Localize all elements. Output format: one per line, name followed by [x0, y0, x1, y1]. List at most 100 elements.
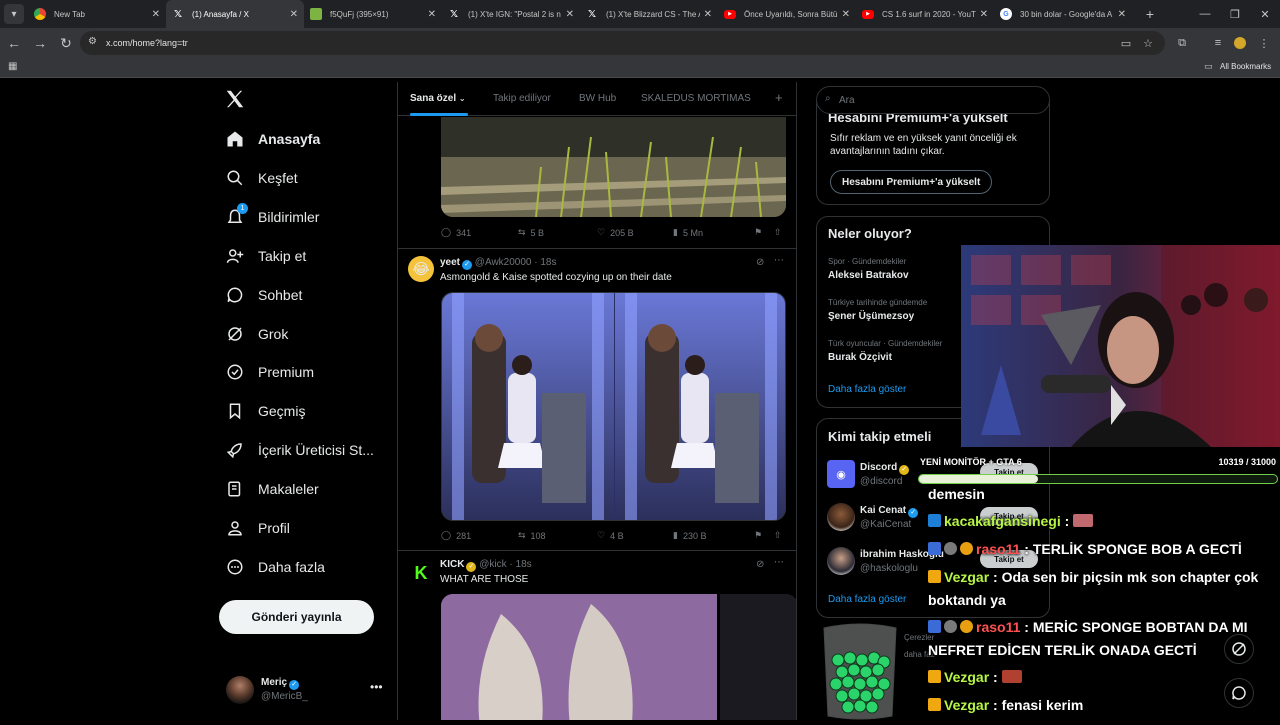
tab-for-you[interactable]: Sana özel ⌄	[410, 93, 466, 104]
apps-grid-icon[interactable]: ▦	[8, 61, 17, 72]
notification-count-badge: 1	[237, 202, 248, 214]
share-button[interactable]: ⇧	[774, 530, 782, 541]
bookmark-button[interactable]: ⚑	[754, 530, 762, 541]
star-icon[interactable]: ☆	[1140, 35, 1156, 51]
close-tab-icon[interactable]: ✕	[290, 9, 298, 20]
heart-icon: ♡	[597, 227, 606, 237]
tweet-avatar[interactable]: 😂	[408, 256, 434, 282]
like-button[interactable]: ♡ 205 B	[597, 227, 634, 238]
more-dots-icon[interactable]: ⋯	[774, 255, 784, 266]
more-dots-icon[interactable]: ⋯	[774, 557, 784, 568]
extensions-icon[interactable]: ⧉	[1174, 35, 1190, 51]
nav-item-home[interactable]: Anasayfa	[224, 125, 320, 153]
tab-bw-hub[interactable]: BW Hub	[579, 93, 616, 104]
discord-logo-icon: ◉	[827, 460, 855, 488]
reply-button[interactable]: ◯ 341	[441, 227, 471, 238]
browser-tab[interactable]: 𝕏 (1) Anasayfa / X ✕	[166, 0, 304, 28]
tab-skaledus-mortimas[interactable]: SKALEDUS MORTIMAS	[641, 93, 751, 104]
tab-title: (1) Anasayfa / X	[192, 9, 249, 19]
nav-item-bell[interactable]: 1 Bildirimler	[224, 202, 319, 231]
bookmark-button[interactable]: ⚑	[754, 227, 762, 238]
x-logo-icon: 𝕏	[449, 8, 459, 20]
reload-icon[interactable]: ↻	[54, 31, 78, 55]
close-tab-icon[interactable]: ✕	[980, 9, 988, 20]
minimize-icon[interactable]: —	[1190, 0, 1220, 28]
tweet-media[interactable]	[441, 117, 786, 217]
browser-tab[interactable]: ▶ CS 1.6 surf in 2020 - YouT ✕	[856, 0, 994, 28]
tab-following[interactable]: Takip ediliyor	[493, 93, 551, 104]
x-logo-icon[interactable]	[224, 88, 248, 112]
show-more-follow-link[interactable]: Daha fazla göster	[828, 594, 906, 605]
chat-text: TERLİK SPONGE BOB A GECTİ	[1032, 541, 1242, 557]
close-tab-icon[interactable]: ✕	[842, 9, 850, 20]
account-switcher[interactable]: Meriç ✓ @MericB_ •••	[226, 674, 396, 710]
close-tab-icon[interactable]: ✕	[566, 9, 574, 20]
close-tab-icon[interactable]: ✕	[1118, 9, 1126, 20]
grok-icon[interactable]: ⊘	[756, 257, 764, 268]
all-bookmarks-link[interactable]: All Bookmarks	[1220, 62, 1271, 71]
nav-item-rocket[interactable]: İçerik Üreticisi St...	[224, 436, 374, 464]
chat-username: Vezgar	[944, 697, 990, 713]
nav-item-articles[interactable]: Makaleler	[224, 475, 319, 503]
nav-item-follow[interactable]: Takip et	[224, 242, 306, 270]
site-info-icon[interactable]: ⚙	[88, 36, 97, 47]
messages-fab-icon[interactable]	[1224, 678, 1254, 708]
emote-icon	[1001, 670, 1022, 683]
nav-item-grok[interactable]: Grok	[224, 320, 288, 348]
show-more-trends-link[interactable]: Daha fazla göster	[828, 384, 906, 395]
views-button[interactable]: ▮ 5 Mn	[673, 227, 703, 238]
add-tab-icon[interactable]: +	[775, 90, 783, 105]
image-icon	[310, 8, 322, 20]
new-tab-button[interactable]: +	[1138, 2, 1162, 26]
nav-item-bookmark[interactable]: Geçmiş	[224, 397, 305, 425]
close-tab-icon[interactable]: ✕	[704, 9, 712, 20]
browser-tab[interactable]: f5QuFj (395×91) ✕	[304, 0, 442, 28]
tweet-header: KICK ✓ @kick · 18s	[440, 559, 532, 572]
post-button[interactable]: Gönderi yayınla	[219, 600, 374, 634]
more-dots-icon[interactable]: •••	[370, 680, 383, 694]
nav-item-premium[interactable]: Premium	[224, 358, 314, 386]
browser-tab[interactable]: 𝕏 (1) X'te Blizzard CS - The A ✕	[580, 0, 718, 28]
tweet-avatar[interactable]: K	[408, 560, 434, 586]
retweet-button[interactable]: ⇆ 5 B	[518, 227, 544, 238]
nav-label: Sohbet	[258, 286, 303, 303]
browser-tab[interactable]: 𝕏 (1) X'te IGN: "Postal 2 is n ✕	[442, 0, 580, 28]
webcam-image	[961, 245, 1280, 447]
tab-search-button[interactable]: ▾	[4, 4, 24, 24]
forward-icon[interactable]: →	[28, 31, 52, 55]
close-tab-icon[interactable]: ✕	[428, 9, 436, 20]
premium-icon	[224, 361, 246, 383]
premium-button[interactable]: Hesabını Premium+'a yükselt	[830, 170, 993, 194]
share-button[interactable]: ⇧	[774, 227, 782, 238]
heart-icon: ♡	[597, 530, 606, 540]
grok-fab-icon[interactable]	[1224, 634, 1254, 664]
premium-desc: Sıfır reklam ve en yüksek yanıt önceliği…	[830, 133, 1017, 157]
browser-tab[interactable]: G 30 bin dolar - Google'da A ✕	[994, 0, 1132, 28]
search-input[interactable]: ⌕ Ara	[816, 86, 1050, 114]
tweet-image[interactable]	[720, 594, 796, 720]
close-tab-icon[interactable]: ✕	[152, 9, 160, 20]
browser-tab[interactable]: ▶ Önce Uyarıldı, Sonra Bütü ✕	[718, 0, 856, 28]
tweet-image[interactable]	[441, 594, 717, 720]
cast-icon[interactable]: ▭	[1118, 35, 1134, 51]
restore-icon[interactable]: ❐	[1220, 0, 1250, 28]
grok-icon[interactable]: ⊘	[756, 559, 764, 570]
views-button[interactable]: ▮ 230 B	[673, 530, 706, 541]
profile-avatar-icon[interactable]	[1232, 35, 1248, 51]
reading-list-icon[interactable]: ≡	[1210, 35, 1226, 51]
address-bar[interactable]: ⚙ x.com/home?lang=tr	[80, 31, 1165, 55]
nav-item-more[interactable]: Daha fazla	[224, 553, 325, 581]
back-icon[interactable]: ←	[2, 31, 26, 55]
follow-icon	[224, 245, 246, 267]
browser-tab[interactable]: New Tab ✕	[28, 0, 166, 28]
like-button[interactable]: ♡ 4 B	[597, 530, 624, 541]
search-icon: ⌕	[825, 93, 831, 104]
close-window-icon[interactable]: ✕	[1250, 0, 1280, 28]
nav-item-search[interactable]: Keşfet	[224, 164, 298, 192]
tweet-image[interactable]	[441, 292, 786, 521]
reply-button[interactable]: ◯ 281	[441, 530, 471, 541]
nav-item-profile[interactable]: Profil	[224, 514, 290, 542]
nav-item-chat[interactable]: Sohbet	[224, 281, 302, 309]
menu-dots-icon[interactable]: ⋮	[1256, 35, 1272, 51]
retweet-button[interactable]: ⇆ 108	[518, 530, 546, 541]
